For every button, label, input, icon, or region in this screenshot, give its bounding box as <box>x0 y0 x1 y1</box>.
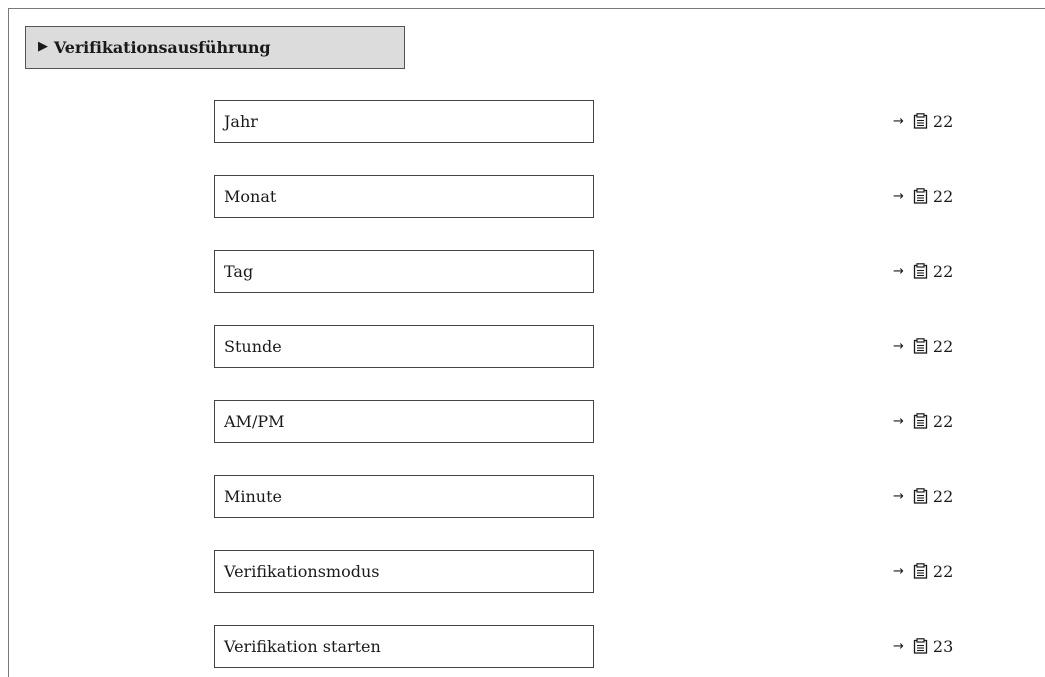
document-icon <box>913 337 928 354</box>
arrow-right-icon: → <box>893 339 904 354</box>
page-number: 22 <box>932 187 954 206</box>
menu-item-monat[interactable]: Monat <box>214 175 594 218</box>
page-reference[interactable]: → 22 <box>893 400 953 443</box>
arrow-right-icon: → <box>893 264 904 279</box>
menu-item-minute[interactable]: Minute <box>214 475 594 518</box>
arrow-right-icon: → <box>893 114 904 129</box>
page-reference[interactable]: → 22 <box>893 100 953 143</box>
page-number: 22 <box>932 337 954 356</box>
menu-item-label: Tag <box>224 262 254 281</box>
document-icon <box>913 412 928 429</box>
menu-item-label: AM/PM <box>224 412 285 431</box>
menu-item-verifikation-starten[interactable]: Verifikation starten <box>214 625 594 668</box>
menu-item-label: Monat <box>224 187 277 206</box>
menu-item-am-pm[interactable]: AM/PM <box>214 400 594 443</box>
menu-item-tag[interactable]: Tag <box>214 250 594 293</box>
arrow-right-icon: → <box>893 189 904 204</box>
page-reference[interactable]: → 23 <box>893 625 953 668</box>
page-number: 22 <box>932 562 954 581</box>
menu-item-verifikationsmodus[interactable]: Verifikationsmodus <box>214 550 594 593</box>
menu-item-label: Verifikation starten <box>224 637 381 656</box>
menu-item-label: Jahr <box>224 112 258 131</box>
document-icon <box>913 487 928 504</box>
menu-item-label: Verifikationsmodus <box>224 562 380 581</box>
document-icon <box>913 637 928 654</box>
section-header[interactable]: ▶ Verifikationsausführung <box>25 26 405 69</box>
menu-item-label: Minute <box>224 487 283 506</box>
menu-item-label: Stunde <box>224 337 282 356</box>
page-reference[interactable]: → 22 <box>893 175 953 218</box>
document-icon <box>913 262 928 279</box>
page-reference[interactable]: → 22 <box>893 550 953 593</box>
arrow-right-icon: → <box>893 639 904 654</box>
document-icon <box>913 562 928 579</box>
page-number: 22 <box>932 487 954 506</box>
arrow-right-icon: → <box>893 564 904 579</box>
page-number: 23 <box>932 637 954 656</box>
menu-item-jahr[interactable]: Jahr <box>214 100 594 143</box>
document-icon <box>913 187 928 204</box>
page-number: 22 <box>932 262 954 281</box>
expand-triangle-icon: ▶ <box>38 39 48 54</box>
document-icon <box>913 112 928 129</box>
arrow-right-icon: → <box>893 414 904 429</box>
page-reference[interactable]: → 22 <box>893 250 953 293</box>
menu-item-stunde[interactable]: Stunde <box>214 325 594 368</box>
arrow-right-icon: → <box>893 489 904 504</box>
page-number: 22 <box>932 112 954 131</box>
section-title: Verifikationsausführung <box>53 38 271 57</box>
page-reference[interactable]: → 22 <box>893 325 953 368</box>
page-number: 22 <box>932 412 954 431</box>
page-reference[interactable]: → 22 <box>893 475 953 518</box>
